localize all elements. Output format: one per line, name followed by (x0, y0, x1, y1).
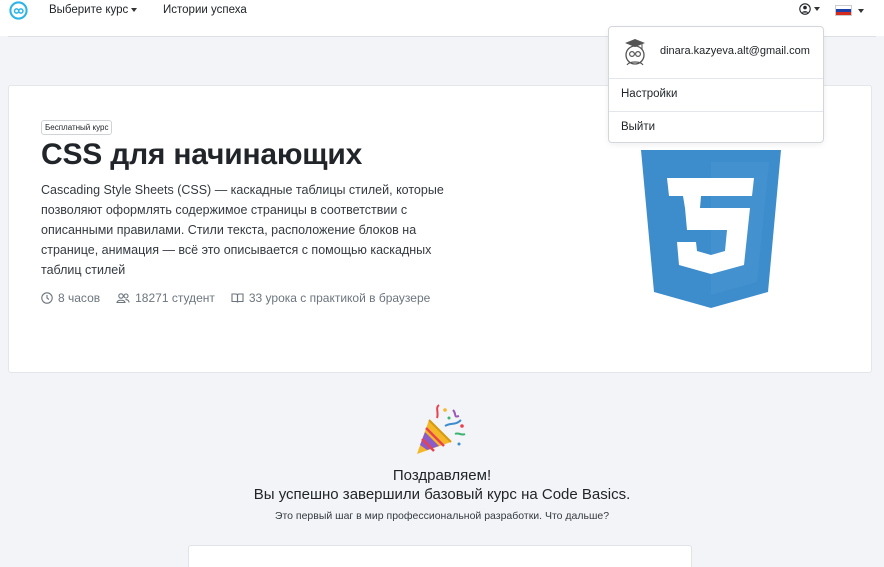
duration-text: 8 часов (58, 291, 101, 305)
language-switcher[interactable] (835, 5, 864, 17)
duration-stat: 8 часов (41, 291, 100, 305)
avatar (625, 39, 645, 66)
lessons-stat: 33 урока с практикой в браузере (231, 291, 430, 305)
clock-icon (41, 292, 53, 304)
russian-flag-icon (835, 5, 852, 16)
chevron-down-icon (858, 9, 864, 13)
course-stats: 8 часов 18271 студент 33 урока с практик… (41, 291, 446, 305)
code-basics-logo-icon[interactable] (9, 1, 28, 20)
free-course-badge: Бесплатный курс (41, 120, 113, 135)
user-menu-toggle[interactable] (799, 3, 820, 17)
book-icon (231, 293, 244, 303)
users-icon (116, 293, 130, 304)
settings-menu-item[interactable]: Настройки (609, 80, 823, 108)
congrats-subtitle: Вы успешно завершили базовый курс на Cod… (253, 486, 631, 503)
logout-menu-item[interactable]: Выйти (609, 113, 823, 141)
students-text: 18271 студент (135, 291, 215, 305)
user-dropdown-menu: dinara.kazyeva.alt@gmail.com Настройки В… (608, 26, 824, 143)
choose-course-dropdown[interactable]: Выберите курс (49, 4, 138, 16)
dropdown-divider (609, 111, 823, 112)
user-email: dinara.kazyeva.alt@gmail.com (660, 45, 810, 57)
chevron-down-icon (814, 7, 820, 11)
chevron-down-icon (131, 7, 138, 12)
course-title: CSS для начинающих (41, 138, 363, 171)
congrats-note: Это первый шаг в мир профессиональной ра… (274, 510, 610, 522)
css3-logo-icon (641, 150, 781, 308)
dropdown-divider (609, 78, 823, 79)
lessons-text: 33 урока с практикой в браузере (248, 291, 431, 305)
dropdown-user-info: dinara.kazyeva.alt@gmail.com (609, 27, 823, 78)
students-stat: 18271 студент (116, 291, 215, 305)
party-popper-icon (417, 404, 466, 454)
congrats-title: Поздравляем! (392, 467, 492, 484)
choose-course-label: Выберите курс (49, 4, 129, 16)
next-steps-card (188, 545, 692, 567)
success-stories-link[interactable]: Истории успеха (163, 4, 247, 16)
user-circle-icon (799, 3, 811, 15)
course-description: Cascading Style Sheets (CSS) — каскадные… (41, 183, 444, 277)
